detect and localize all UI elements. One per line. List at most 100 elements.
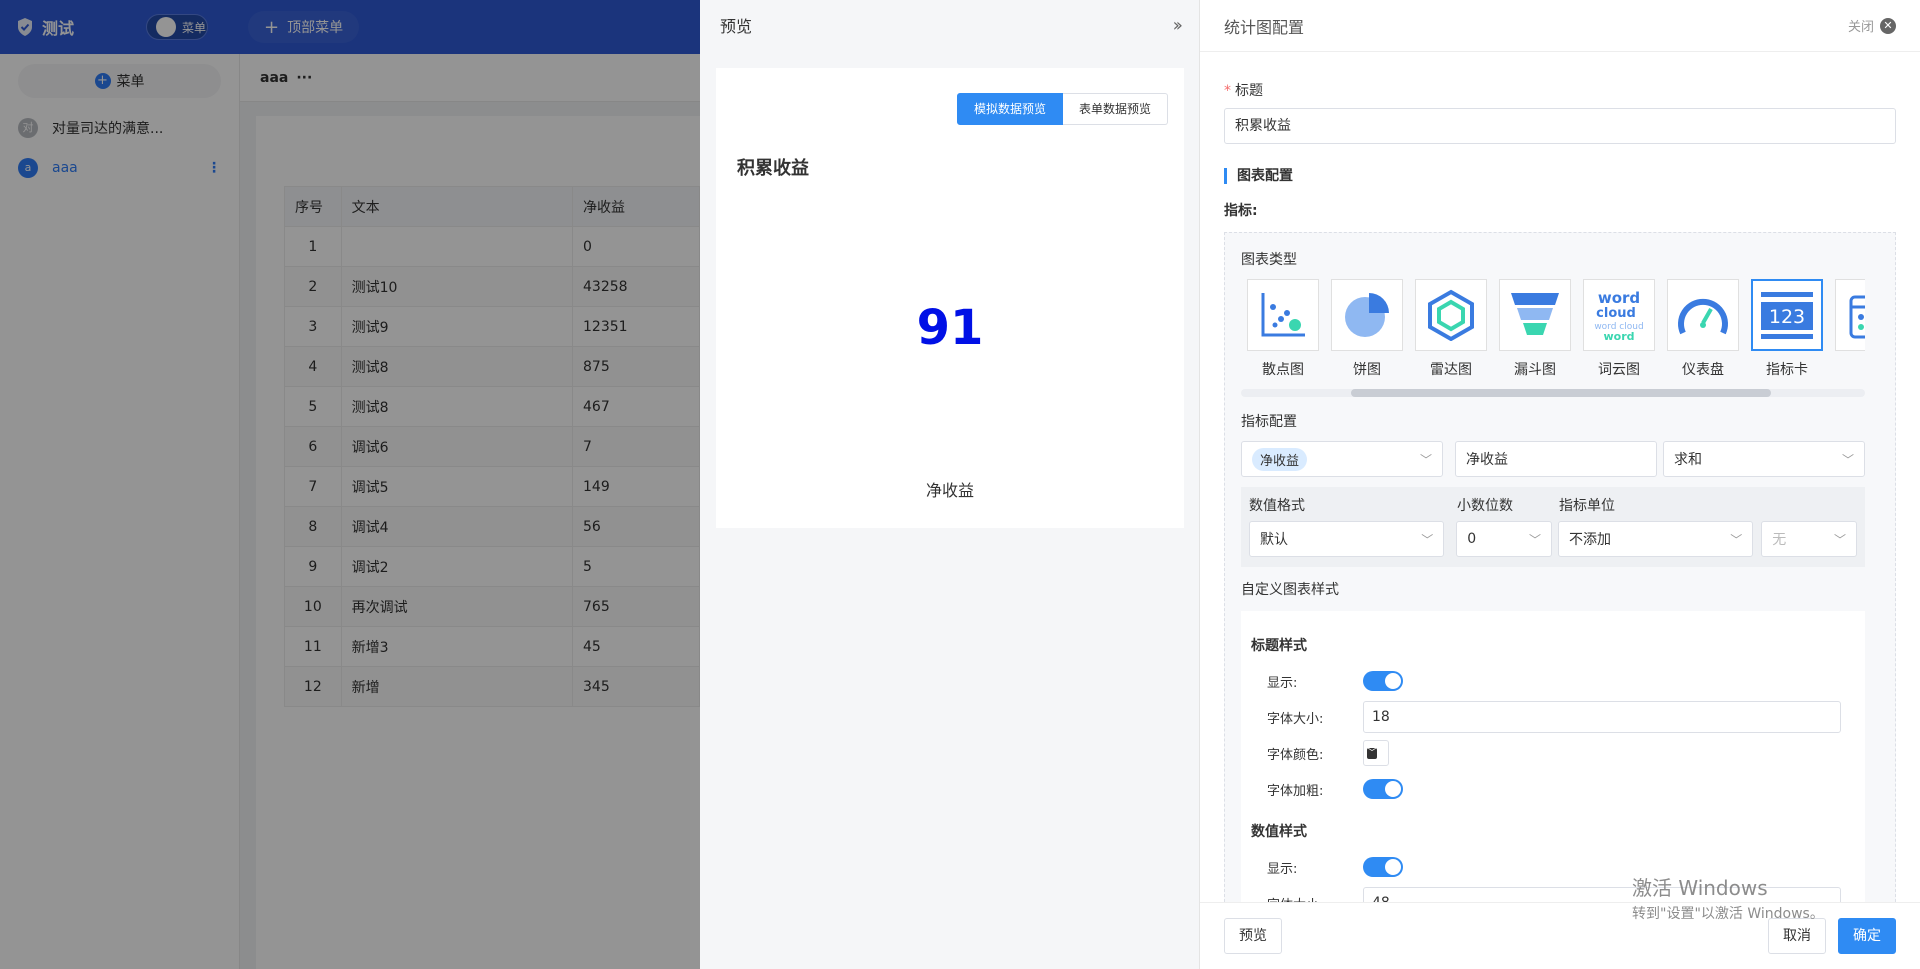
switch-knob xyxy=(1385,673,1401,689)
custom-style-box: 标题样式 显示: 字体大小: 18 字体颜色: ﹀ 字体加粗: 数值样式 显示: xyxy=(1241,611,1865,902)
chart-type-name: 散点图 xyxy=(1262,362,1304,378)
title-show-switch[interactable] xyxy=(1363,671,1403,691)
title-style-heading: 标题样式 xyxy=(1251,638,1307,654)
cancel-button[interactable]: 取消 xyxy=(1768,918,1826,954)
custom-style-label: 自定义图表样式 xyxy=(1241,582,1339,598)
metric-field-select[interactable]: 净收益 ﹀ xyxy=(1241,441,1443,477)
number-format-value: 默认 xyxy=(1260,532,1288,548)
format-row: 默认 ﹀ 0 ﹀ 不添加 ﹀ 无 ﹀ xyxy=(1249,521,1857,557)
preview-button[interactable]: 预览 xyxy=(1224,918,1282,954)
title-font-size-row: 字体大小: 18 xyxy=(1251,699,1855,735)
value-font-size-label: 字体大小: xyxy=(1251,894,1363,903)
preview-mode-group: 模拟数据预览 表单数据预览 xyxy=(956,93,1168,125)
value-style-heading: 数值样式 xyxy=(1251,824,1307,840)
word-cloud-icon: word cloud word cloud word xyxy=(1583,279,1655,351)
metric-box: 图表类型 散点图 饼图 雷达图 漏斗图 word cloud word clou… xyxy=(1224,232,1896,902)
title-field-label: * 标题 xyxy=(1224,80,1896,100)
decimal-places-select[interactable]: 0 ﹀ xyxy=(1456,521,1552,557)
chart-type-name: 饼图 xyxy=(1353,362,1381,378)
config-footer: 预览 取消 确定 xyxy=(1200,902,1920,969)
title-bold-switch[interactable] xyxy=(1363,779,1403,799)
chart-type-pie[interactable]: 饼图 xyxy=(1325,279,1409,379)
preview-card: 模拟数据预览 表单数据预览 积累收益 91 净收益 xyxy=(716,68,1184,528)
close-label: 关闭 xyxy=(1847,20,1874,35)
chart-type-row: 散点图 饼图 雷达图 漏斗图 word cloud word cloud wor… xyxy=(1241,279,1865,379)
chart-type-name: 漏斗图 xyxy=(1514,362,1556,378)
chevron-down-icon: ﹀ xyxy=(1419,452,1432,467)
word-cloud-line: word xyxy=(1598,289,1640,307)
format-labels: 数值格式 小数位数 指标单位 xyxy=(1249,495,1857,515)
metric-card-title: 积累收益 xyxy=(737,158,809,179)
chart-type-gauge[interactable]: 仪表盘 xyxy=(1661,279,1745,379)
value-show-switch[interactable] xyxy=(1363,857,1403,877)
chart-type-name: 仪表盘 xyxy=(1682,362,1724,378)
calendar-icon xyxy=(1835,279,1865,351)
title-show-label: 显示: xyxy=(1267,675,1298,691)
metric-card-value: 91 xyxy=(916,300,984,356)
unit-extra-value: 无 xyxy=(1772,532,1787,548)
title-input[interactable]: 积累收益 xyxy=(1224,108,1896,144)
chart-type-scatter[interactable]: 散点图 xyxy=(1241,279,1325,379)
title-bold-label: 字体加粗: xyxy=(1267,783,1324,799)
config-header: 统计图配置 关闭 ✕ xyxy=(1200,0,1920,52)
format-box: 数值格式 小数位数 指标单位 默认 ﹀ 0 ﹀ 不添加 ﹀ 无 ﹀ xyxy=(1241,487,1865,567)
chart-config-panel: 统计图配置 关闭 ✕ * 标题 积累收益 图表配置 指标: 图表类型 散点图 饼… xyxy=(1200,0,1920,969)
preview-header: 预览 ›› xyxy=(700,0,1199,50)
chart-type-scrollbar[interactable] xyxy=(1241,389,1865,397)
chart-type-funnel[interactable]: 漏斗图 xyxy=(1493,279,1577,379)
chart-type-name: 词云图 xyxy=(1598,362,1640,378)
value-font-size-input[interactable]: 48 xyxy=(1363,887,1841,902)
metric-unit-select[interactable]: 不添加 ﹀ xyxy=(1558,521,1754,557)
funnel-chart-icon xyxy=(1499,279,1571,351)
chart-type-list: 散点图 饼图 雷达图 漏斗图 word cloud word cloud wor… xyxy=(1241,279,1865,397)
double-chevron-right-icon[interactable]: ›› xyxy=(1173,15,1184,36)
metric-alias-input[interactable]: 净收益 xyxy=(1455,441,1657,477)
chevron-down-icon: ﹀ xyxy=(1421,532,1434,547)
metric-card-label: 净收益 xyxy=(925,481,974,500)
form-data-preview-button[interactable]: 表单数据预览 xyxy=(1062,93,1168,125)
close-button[interactable]: 关闭 ✕ xyxy=(1848,16,1896,35)
switch-knob xyxy=(1385,859,1401,875)
chevron-down-icon: ﹀ xyxy=(1528,532,1541,547)
metric-unit-value: 不添加 xyxy=(1569,532,1611,548)
mock-data-preview-button[interactable]: 模拟数据预览 xyxy=(956,93,1063,125)
decimal-places-label: 小数位数 xyxy=(1457,498,1513,514)
chart-type-name: 指标卡 xyxy=(1766,362,1808,378)
close-icon: ✕ xyxy=(1880,17,1896,34)
chart-type-metric-card[interactable]: 123 指标卡 xyxy=(1745,279,1829,379)
chevron-down-icon: ﹀ xyxy=(1841,452,1854,467)
metric-unit-label: 指标单位 xyxy=(1559,498,1615,514)
aggregation-select[interactable]: 求和 ﹀ xyxy=(1663,441,1865,477)
radar-chart-icon xyxy=(1415,279,1487,351)
unit-extra-select[interactable]: 无 ﹀ xyxy=(1761,521,1857,557)
metric-card-icon-number: 123 xyxy=(1769,306,1805,328)
aggregation-value: 求和 xyxy=(1674,452,1702,468)
word-cloud-line: word xyxy=(1603,330,1634,343)
chart-type-name: 日 xyxy=(1864,359,1865,379)
chart-type-calendar[interactable]: 日 xyxy=(1829,279,1865,379)
confirm-button[interactable]: 确定 xyxy=(1838,918,1896,954)
title-font-size-input[interactable]: 18 xyxy=(1363,701,1841,733)
title-color-picker[interactable]: ﹀ xyxy=(1363,740,1389,766)
number-format-label: 数值格式 xyxy=(1249,498,1305,514)
chart-type-radar[interactable]: 雷达图 xyxy=(1409,279,1493,379)
preview-title: 预览 xyxy=(720,17,753,36)
metric-field-tag: 净收益 xyxy=(1252,447,1308,471)
number-format-select[interactable]: 默认 ﹀ xyxy=(1249,521,1445,557)
title-font-size-label: 字体大小: xyxy=(1267,711,1324,727)
scrollbar-thumb[interactable] xyxy=(1351,389,1771,397)
value-show-label: 显示: xyxy=(1267,861,1298,877)
metric-config-label: 指标配置 xyxy=(1241,414,1297,430)
metric-config-row: 净收益 ﹀ 净收益 求和 ﹀ xyxy=(1241,441,1879,477)
word-cloud-line: cloud xyxy=(1596,306,1636,321)
gauge-icon xyxy=(1667,279,1739,351)
config-body: * 标题 积累收益 图表配置 指标: 图表类型 散点图 饼图 雷达图 漏斗图 w… xyxy=(1224,52,1896,902)
switch-knob xyxy=(1385,781,1401,797)
chart-type-wordcloud[interactable]: word cloud word cloud word 词云图 xyxy=(1577,279,1661,379)
config-title: 统计图配置 xyxy=(1224,17,1305,37)
title-font-color-row: 字体颜色: ﹀ xyxy=(1251,735,1855,771)
decimal-places-value: 0 xyxy=(1467,531,1477,547)
modal-overlay[interactable] xyxy=(0,0,700,969)
metric-card-icon: 123 xyxy=(1751,279,1823,351)
metric-label: 指标: xyxy=(1224,203,1258,219)
